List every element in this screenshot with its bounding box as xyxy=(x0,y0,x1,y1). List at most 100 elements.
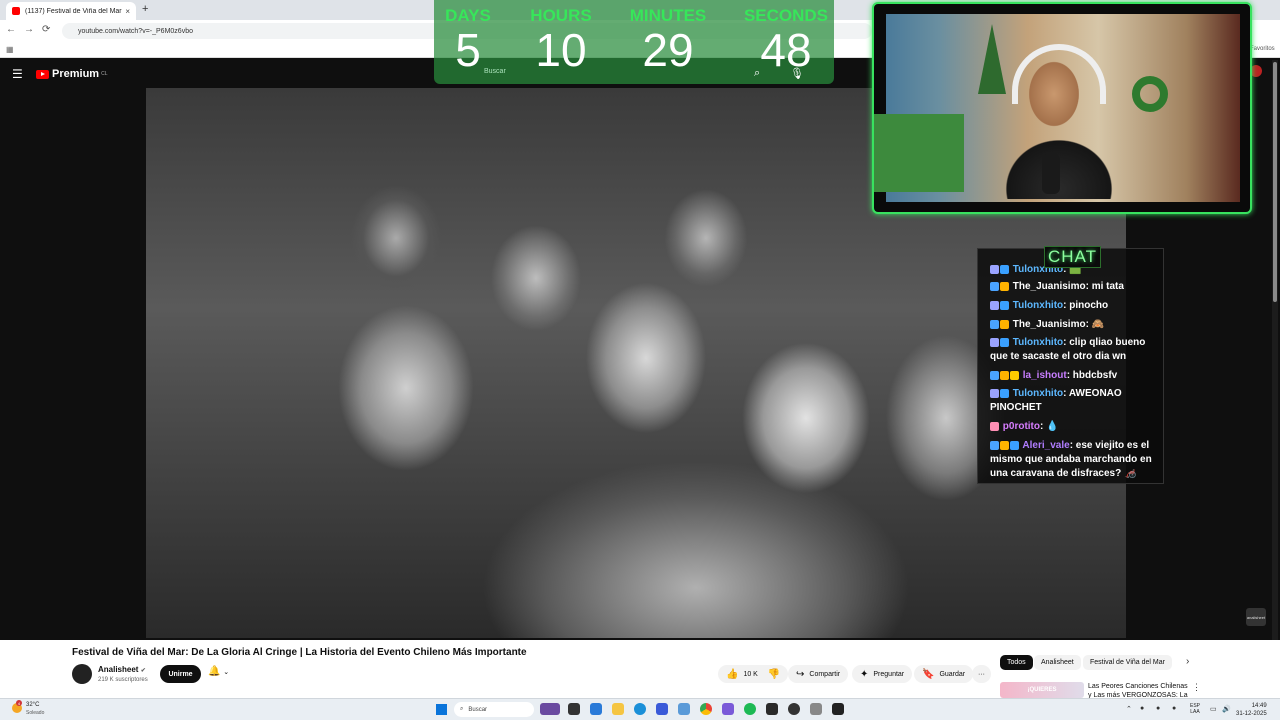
badge-icon xyxy=(990,370,999,380)
chat-message: la_ishout: hbdcbsfv xyxy=(990,369,1158,383)
channel-avatar[interactable] xyxy=(72,664,92,684)
chat-username: Aleri_vale xyxy=(1022,440,1070,451)
task-view-icon[interactable] xyxy=(568,703,580,715)
chat-text: 🙈 xyxy=(1091,319,1105,330)
discord-icon[interactable] xyxy=(722,703,734,715)
badge-icon xyxy=(1000,337,1009,347)
bookmark-icon: 🔖 xyxy=(922,668,935,680)
edge-icon[interactable] xyxy=(634,703,646,715)
ask-label: Preguntar xyxy=(873,670,905,678)
chat-message: Tulonxhito: pinocho xyxy=(990,299,1158,313)
chat-username: The_Juanisimo xyxy=(1012,281,1086,292)
badge-icon xyxy=(990,388,999,398)
badge-icon xyxy=(990,440,999,450)
tray-chevron-icon[interactable]: ⌃ xyxy=(1126,705,1132,713)
channel-watermark[interactable]: analisheet xyxy=(1246,608,1266,626)
tab-close-icon[interactable]: × xyxy=(125,7,130,16)
windows-taskbar: 4 32°C Soleado ⌕ Buscar ⌃ ● ● ● ESP LAA … xyxy=(0,698,1280,720)
badge-icon xyxy=(1000,319,1009,329)
share-button[interactable]: ↪ Compartir xyxy=(788,665,849,683)
clock-date: 31-12-2025 xyxy=(1236,711,1267,717)
chat-username: Tulonxhito xyxy=(1012,337,1064,348)
volume-icon[interactable]: 🔊 xyxy=(1222,705,1231,713)
chat-username: Tulonxhito xyxy=(1012,300,1064,311)
countdown-hours-label: HOURS xyxy=(530,6,592,25)
share-icon: ↪ xyxy=(796,668,805,680)
microphone-icon[interactable]: 🎙 xyxy=(790,67,804,80)
weather-condition: Soleado xyxy=(26,710,45,716)
countdown-seconds-value: 48 xyxy=(760,24,812,76)
recommended-thumbnail[interactable]: ¡QUIERES xyxy=(1000,682,1084,698)
recommended-menu-icon[interactable]: ⋮ xyxy=(1192,682,1201,693)
keyboard-language[interactable]: ESP LAA xyxy=(1190,703,1200,715)
more-actions-button[interactable]: ··· xyxy=(972,665,991,683)
photos-icon[interactable] xyxy=(678,703,690,715)
search-icon[interactable]: ⌕ xyxy=(754,67,760,80)
youtube-favicon-icon xyxy=(12,7,20,15)
video-title: Festival de Viña del Mar: De La Gloria A… xyxy=(72,647,527,658)
spotify-icon[interactable] xyxy=(744,703,756,715)
page-scrollbar-thumb[interactable] xyxy=(1273,62,1277,302)
countdown-seconds: SECONDS 48 xyxy=(736,6,836,73)
chat-username: Tulonxhito xyxy=(1012,388,1064,399)
chat-message: Tulonxhito: AWEONAO PINOCHET xyxy=(990,388,1122,413)
weather-temp: 32°C xyxy=(26,702,40,708)
countdown-seconds-label: SECONDS xyxy=(743,6,829,25)
webcam-overlay xyxy=(872,2,1252,214)
terminal-icon[interactable] xyxy=(766,703,778,715)
chip-todos[interactable]: Todos xyxy=(1000,655,1033,670)
new-tab-button[interactable]: + xyxy=(142,3,148,15)
channel-name[interactable]: Analisheet ✔ xyxy=(98,665,146,674)
store-icon[interactable] xyxy=(590,703,602,715)
tray-app-icon[interactable]: ● xyxy=(1140,705,1144,712)
youtube-logo-text: Premium xyxy=(52,68,100,80)
notification-bell-icon[interactable]: 🔔 ⌄ xyxy=(208,666,229,677)
apps-grid-icon[interactable]: ▦ xyxy=(6,45,14,54)
mail-icon[interactable] xyxy=(656,703,668,715)
badge-icon xyxy=(1010,440,1019,450)
youtube-search-input[interactable]: Buscar xyxy=(484,68,506,75)
network-icon[interactable]: ▭ xyxy=(1210,705,1217,713)
browser-tab[interactable]: (1137) Festival de Viña del Mar × xyxy=(6,2,136,20)
badge-icon xyxy=(990,300,999,310)
chat-message: p0rotito: 💧 xyxy=(990,420,1158,434)
chat-text: 💧 xyxy=(1046,421,1059,432)
sparkle-icon: ✦ xyxy=(860,668,869,680)
thumbs-down-icon[interactable]: 👎 xyxy=(768,669,780,680)
forward-arrow-icon[interactable]: → xyxy=(24,24,34,35)
chat-title: CHAT xyxy=(1044,246,1102,268)
countdown-days: DAYS 5 xyxy=(418,6,518,73)
app-icon[interactable] xyxy=(810,703,822,715)
chevron-right-icon[interactable]: › xyxy=(1186,656,1189,667)
app-icon[interactable] xyxy=(832,703,844,715)
youtube-region-code: CL xyxy=(101,71,108,77)
tray-app-icon[interactable]: ● xyxy=(1172,705,1176,712)
streamer-microphone xyxy=(1042,154,1060,194)
chip-analisheet[interactable]: Analisheet xyxy=(1034,655,1081,670)
chat-text: mi tata xyxy=(1091,281,1124,292)
reload-icon[interactable]: ⟳ xyxy=(42,24,50,35)
menu-icon[interactable]: ☰ xyxy=(12,67,23,81)
join-button[interactable]: Unirme xyxy=(160,665,201,683)
favorites-label[interactable]: Favoritos xyxy=(1250,46,1275,52)
countdown-minutes-label: MINUTES xyxy=(629,6,707,25)
verified-icon: ✔ xyxy=(140,668,146,674)
tray-app-icon[interactable]: ● xyxy=(1156,705,1160,712)
clock[interactable]: 14:49 31-12-2025 xyxy=(1236,702,1267,718)
chat-message: The_Juanisimo: mi tata xyxy=(990,280,1158,294)
back-arrow-icon[interactable]: ← xyxy=(6,24,16,35)
ask-button[interactable]: ✦ Preguntar xyxy=(852,665,913,683)
chip-festival[interactable]: Festival de Viña del Mar xyxy=(1083,655,1172,670)
file-explorer-icon[interactable] xyxy=(612,703,624,715)
like-button[interactable]: 👍 10 K 👎 xyxy=(718,665,789,683)
widgets-icon[interactable] xyxy=(540,703,560,715)
taskbar-search[interactable]: ⌕ Buscar xyxy=(454,702,534,717)
youtube-logo[interactable]: Premium CL xyxy=(36,68,107,80)
countdown-minutes-value: 29 xyxy=(642,24,694,76)
countdown-hours: HOURS 10 xyxy=(511,6,611,73)
recommended-title[interactable]: Las Peores Canciones Chilenas y Las más … xyxy=(1088,682,1188,698)
obs-icon[interactable] xyxy=(788,703,800,715)
save-button[interactable]: 🔖 Guardar xyxy=(914,665,974,683)
windows-start-icon[interactable] xyxy=(436,704,447,715)
chrome-icon[interactable] xyxy=(700,703,712,715)
